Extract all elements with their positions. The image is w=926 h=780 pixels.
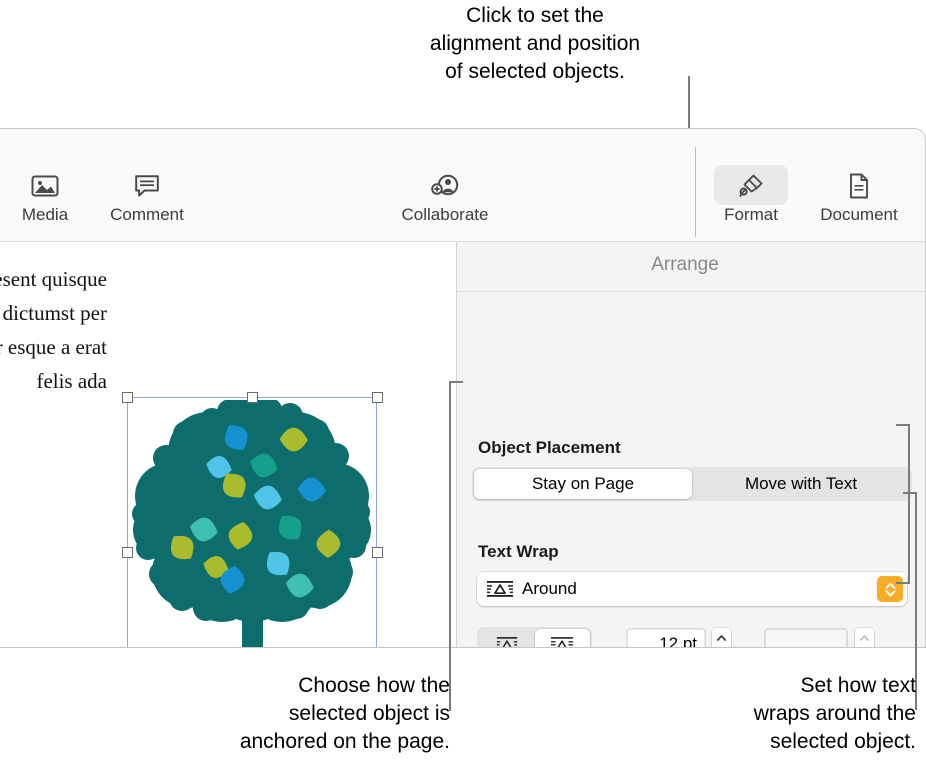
resize-handle-top-left[interactable]: [122, 392, 133, 403]
toolbar-item-format[interactable]: Format: [707, 165, 795, 225]
text-fit-loose-icon[interactable]: [534, 629, 590, 647]
spacing-input[interactable]: 12 pt: [627, 629, 705, 648]
collaborate-person-icon: [401, 169, 489, 203]
alpha-stepper: [855, 628, 874, 647]
text-wrap-label: Text Wrap: [478, 542, 559, 561]
toolbar-label-media: Media: [21, 205, 69, 224]
callout-top: Click to set the alignment and position …: [429, 4, 641, 83]
selection-bounding-box[interactable]: [122, 392, 383, 647]
callout-bottom-left: Choose how the selected object is anchor…: [239, 674, 450, 753]
toolbar-label-collaborate: Collaborate: [401, 205, 489, 224]
resize-handle-top-center[interactable]: [247, 392, 258, 403]
format-paintbrush-icon: [707, 169, 795, 203]
segment-move-with-text[interactable]: Move with Text: [692, 469, 910, 499]
inspector-pane-title: Arrange: [651, 254, 719, 275]
spacing-stepper[interactable]: [712, 628, 731, 647]
text-wrap-around-icon: [487, 580, 513, 598]
text-wrap-mode-popup[interactable]: Around: [477, 572, 907, 606]
comment-bubble-icon: [103, 169, 191, 203]
text-wrap-mode-value: Around: [522, 579, 577, 598]
segment-stay-on-page-label: Stay on Page: [531, 474, 635, 493]
toolbar-label-format: Format: [724, 205, 778, 224]
toolbar-item-media[interactable]: Media: [1, 169, 89, 225]
document-page-icon: [815, 169, 903, 203]
alpha-input[interactable]: [765, 629, 847, 647]
callout-bottom-right: Set how text wraps around the selected o…: [753, 674, 916, 753]
toolbar-divider: [695, 147, 696, 237]
toolbar-label-document: Document: [820, 205, 898, 224]
segment-stay-on-page[interactable]: Stay on Page: [474, 469, 692, 499]
toolbar-label-comment: Comment: [110, 205, 184, 224]
callout-bottom-left-bracket: [449, 381, 463, 711]
document-canvas[interactable]: d praesent quisque rabitur dictumst per …: [0, 242, 456, 647]
app-window: Media Comment Collaborate Format Documen…: [0, 128, 926, 648]
toolbar-item-document[interactable]: Document: [815, 169, 903, 225]
resize-handle-top-right[interactable]: [372, 392, 383, 403]
spacing-value: 12 pt: [659, 634, 697, 648]
toolbar: Media Comment Collaborate Format Documen…: [0, 129, 925, 242]
text-fit-segmented-control[interactable]: [477, 627, 592, 647]
resize-handle-middle-left[interactable]: [122, 547, 133, 558]
format-inspector-panel: Arrange Object Placement Stay on Page Mo…: [456, 242, 925, 648]
toolbar-item-comment[interactable]: Comment: [103, 169, 191, 225]
object-placement-label: Object Placement: [478, 438, 621, 457]
media-image-icon: [1, 169, 89, 203]
segment-move-with-text-label: Move with Text: [744, 474, 858, 493]
text-fit-tight-icon[interactable]: [479, 629, 535, 647]
inspector-title-divider: [457, 291, 925, 292]
resize-handle-middle-right[interactable]: [372, 547, 383, 558]
toolbar-item-collaborate[interactable]: Collaborate: [401, 169, 489, 225]
document-body-text: d praesent quisque rabitur dictumst per …: [0, 267, 107, 393]
object-placement-segmented-control[interactable]: Stay on Page Move with Text: [472, 467, 912, 501]
